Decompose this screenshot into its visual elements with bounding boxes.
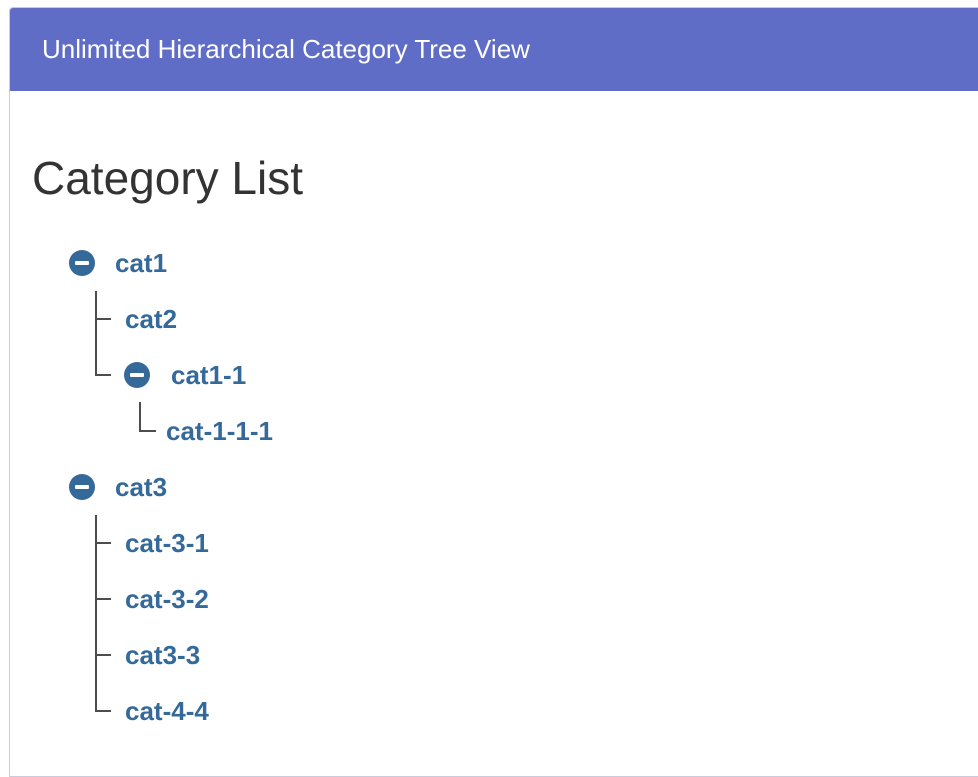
tree-branch-cat1-1: [95, 374, 111, 376]
tree-branch-cat2: [95, 318, 111, 320]
tree-node-cat2[interactable]: cat2: [125, 304, 177, 334]
tree-node-cat1-1[interactable]: cat1-1: [171, 360, 246, 390]
tree-connector-cat1-1: [139, 402, 141, 432]
tree-branch-cat-3-1: [95, 542, 111, 544]
tree-node-cat-1-1-1[interactable]: cat-1-1-1: [166, 416, 273, 446]
collapse-cat1-icon[interactable]: [69, 250, 95, 276]
tree-branch-cat-4-4: [95, 710, 111, 712]
tree-node-cat3-3[interactable]: cat3-3: [125, 640, 200, 670]
collapse-cat1-1-icon[interactable]: [124, 362, 150, 388]
tree-node-cat3[interactable]: cat3: [115, 472, 167, 502]
panel-title: Unlimited Hierarchical Category Tree Vie…: [42, 34, 530, 64]
tree-branch-cat-1-1-1: [139, 430, 156, 432]
tree-node-cat-3-1[interactable]: cat-3-1: [125, 528, 209, 558]
tree-branch-cat3-3: [95, 654, 111, 656]
collapse-cat3-icon[interactable]: [69, 474, 95, 500]
panel-header: Unlimited Hierarchical Category Tree Vie…: [10, 8, 978, 91]
tree-node-cat-4-4[interactable]: cat-4-4: [125, 696, 209, 726]
tree-branch-cat-3-2: [95, 598, 111, 600]
tree-connector-cat3: [95, 515, 97, 712]
tree-connector-cat1: [95, 291, 97, 376]
tree-node-cat1[interactable]: cat1: [115, 248, 167, 278]
tree-node-cat-3-2[interactable]: cat-3-2: [125, 584, 209, 614]
page-title: Category List: [32, 152, 304, 204]
